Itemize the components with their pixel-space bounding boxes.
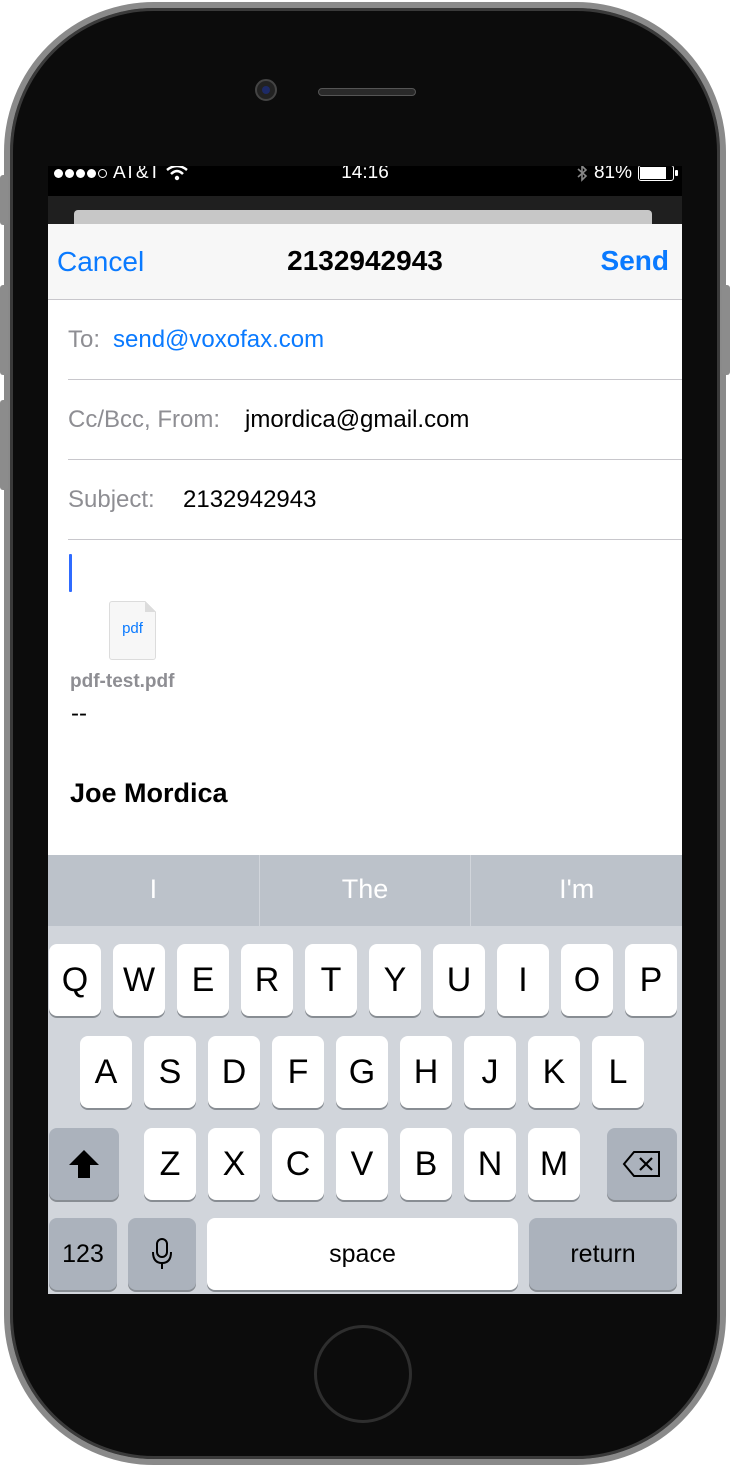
screen: AT&T 14:16 81% Cancel 2132942943 Send To… — [48, 166, 682, 1294]
suggestion-1[interactable]: I — [48, 855, 260, 926]
key-v[interactable]: V — [336, 1128, 388, 1200]
key-q[interactable]: Q — [49, 944, 101, 1016]
subject-input[interactable]: 2132942943 — [183, 486, 316, 514]
return-key[interactable]: return — [529, 1218, 677, 1290]
key-k[interactable]: K — [528, 1036, 580, 1108]
key-s[interactable]: S — [144, 1036, 196, 1108]
keyboard: I The I'm Q W E R T Y U I O P A S D F G … — [48, 855, 682, 1294]
key-z[interactable]: Z — [144, 1128, 196, 1200]
suggestion-3[interactable]: I'm — [471, 855, 682, 926]
signature-separator: -- — [71, 700, 87, 727]
mute-switch — [0, 175, 8, 225]
key-h[interactable]: H — [400, 1036, 452, 1108]
key-b[interactable]: B — [400, 1128, 452, 1200]
earpiece-speaker — [318, 88, 416, 96]
key-o[interactable]: O — [561, 944, 613, 1016]
pdf-file-icon[interactable]: pdf — [109, 601, 156, 660]
key-c[interactable]: C — [272, 1128, 324, 1200]
key-j[interactable]: J — [464, 1036, 516, 1108]
key-m[interactable]: M — [528, 1128, 580, 1200]
home-button[interactable] — [314, 1325, 412, 1423]
key-y[interactable]: Y — [369, 944, 421, 1016]
background-sheet — [48, 196, 682, 230]
dictation-key[interactable] — [128, 1218, 196, 1290]
suggestion-2[interactable]: The — [260, 855, 472, 926]
key-r[interactable]: R — [241, 944, 293, 1016]
ccbcc-from-field[interactable]: Cc/Bcc, From: jmordica@gmail.com — [68, 380, 682, 460]
key-x[interactable]: X — [208, 1128, 260, 1200]
space-key[interactable]: space — [207, 1218, 518, 1290]
from-value[interactable]: jmordica@gmail.com — [245, 406, 469, 434]
signature-name: Joe Mordica — [70, 778, 228, 808]
key-u[interactable]: U — [433, 944, 485, 1016]
attachment-name: pdf-test.pdf — [70, 671, 175, 692]
status-bar: AT&T 14:16 81% — [48, 166, 682, 196]
predictive-bar: I The I'm — [48, 855, 682, 926]
front-camera — [255, 79, 277, 101]
battery-icon — [638, 166, 678, 181]
compose-nav-bar: Cancel 2132942943 Send — [48, 224, 682, 300]
key-l[interactable]: L — [592, 1036, 644, 1108]
subject-label: Subject: — [68, 486, 155, 513]
subject-field[interactable]: Subject: 2132942943 — [68, 460, 682, 540]
power-button — [722, 285, 730, 375]
to-field[interactable]: To: send@voxofax.com — [68, 300, 682, 380]
delete-key[interactable] — [607, 1128, 677, 1200]
microphone-icon — [152, 1238, 172, 1269]
to-recipient[interactable]: send@voxofax.com — [113, 326, 324, 354]
attachment-extension: pdf — [122, 620, 143, 637]
send-button[interactable]: Send — [601, 245, 669, 277]
text-cursor — [69, 554, 72, 592]
shift-key[interactable] — [49, 1128, 119, 1200]
key-p[interactable]: P — [625, 944, 677, 1016]
key-f[interactable]: F — [272, 1036, 324, 1108]
to-label: To: — [68, 326, 101, 353]
key-n[interactable]: N — [464, 1128, 516, 1200]
battery-percent: 81% — [593, 166, 632, 183]
cancel-button[interactable]: Cancel — [57, 246, 144, 278]
key-i[interactable]: I — [497, 944, 549, 1016]
volume-down-button — [0, 400, 8, 490]
key-a[interactable]: A — [80, 1036, 132, 1108]
key-d[interactable]: D — [208, 1036, 260, 1108]
numbers-key[interactable]: 123 — [49, 1218, 117, 1290]
volume-up-button — [0, 285, 8, 375]
key-e[interactable]: E — [177, 944, 229, 1016]
ccbcc-from-label: Cc/Bcc, From: — [68, 406, 221, 433]
key-w[interactable]: W — [113, 944, 165, 1016]
shift-icon — [69, 1150, 99, 1178]
bluetooth-icon — [577, 166, 588, 182]
key-g[interactable]: G — [336, 1036, 388, 1108]
delete-icon — [622, 1151, 660, 1177]
key-t[interactable]: T — [305, 944, 357, 1016]
